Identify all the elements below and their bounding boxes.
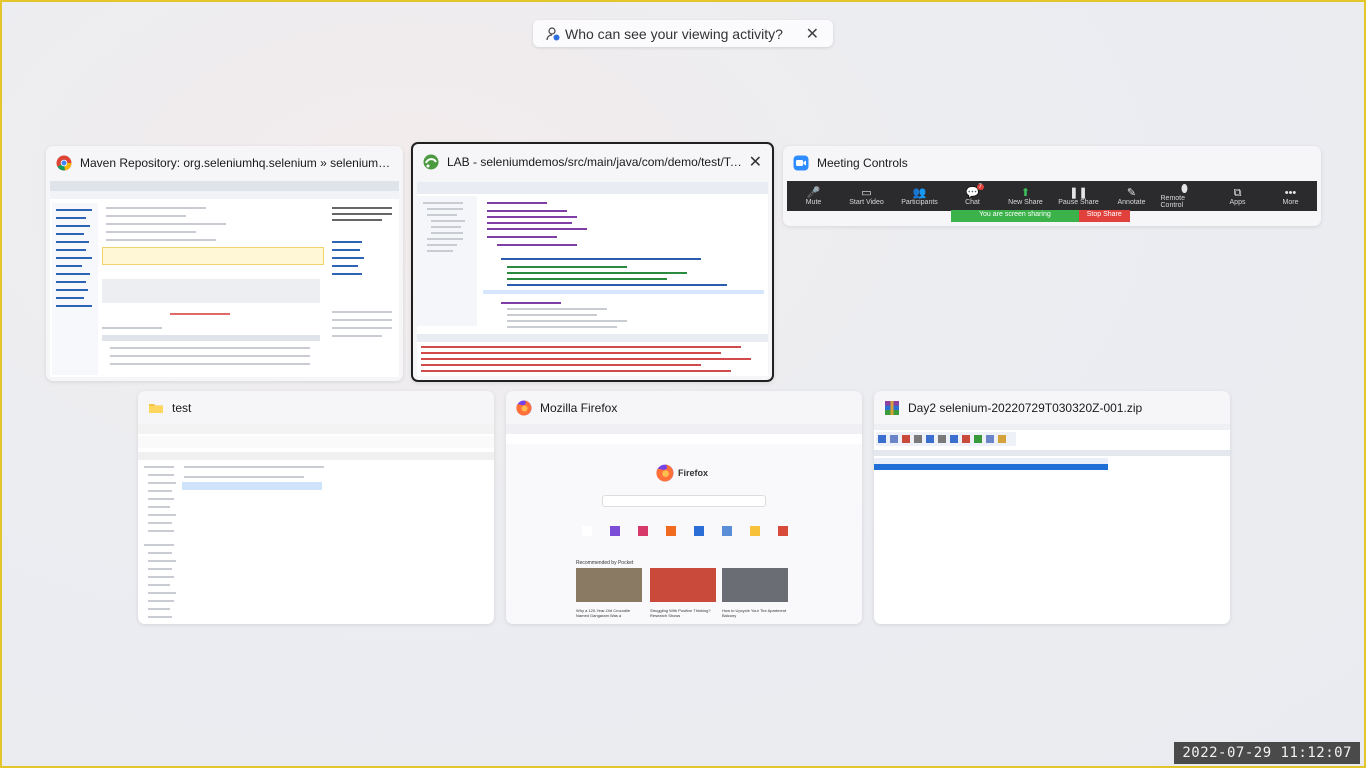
window-thumbnail-zoom-controls[interactable]: Meeting Controls 🎤 Mute ▭ Start Video 👥 Par… xyxy=(783,146,1321,226)
apps-label: Apps xyxy=(1229,198,1246,206)
window-title: LAB - seleniumdemos/src/main/java/com/de… xyxy=(447,155,743,169)
window-header: Maven Repository: org.seleniumhq.seleniu… xyxy=(46,146,403,179)
pause-icon: ❚❚ xyxy=(1069,186,1088,199)
new-share-button[interactable]: ⬆ New Share xyxy=(1002,187,1050,206)
start-video-button[interactable]: ▭ Start Video xyxy=(843,187,891,206)
firefox-icon xyxy=(516,400,532,415)
chrome-icon xyxy=(56,155,72,170)
screen-share-frame xyxy=(0,0,1366,768)
window-preview xyxy=(874,424,1230,624)
firefox-search-box[interactable] xyxy=(602,495,766,507)
annotate-button[interactable]: ✎ Annotate xyxy=(1108,187,1156,206)
firefox-brand-text: Firefox xyxy=(678,468,709,478)
annotate-label: Annotate xyxy=(1117,198,1146,206)
window-title: Maven Repository: org.seleniumhq.seleniu… xyxy=(80,155,393,170)
window-header: Day2 selenium-20220729T030320Z-001.zip xyxy=(874,391,1230,424)
window-title: Mozilla Firefox xyxy=(540,400,618,415)
eclipse-icon xyxy=(423,154,439,170)
stop-share-button[interactable]: Stop Share xyxy=(1078,210,1130,222)
zoom-icon xyxy=(793,155,809,170)
window-preview: Firefox Recommended by Pocket Why a 120-… xyxy=(506,424,862,624)
chat-label: Chat xyxy=(965,198,980,206)
window-title: Meeting Controls xyxy=(817,155,908,170)
sharing-status: You are screen sharing xyxy=(951,210,1079,222)
participants-button[interactable]: 👥 Participants xyxy=(896,187,944,206)
share-up-icon: ⬆ xyxy=(1020,186,1031,199)
apps-button[interactable]: ⧉ Apps xyxy=(1214,187,1262,206)
window-thumbnail-winrar[interactable]: Day2 selenium-20220729T030320Z-001.zip xyxy=(874,391,1230,624)
start-video-label: Start Video xyxy=(849,198,884,206)
window-preview xyxy=(138,424,494,624)
window-header: test xyxy=(138,391,494,424)
window-header: LAB - seleniumdemos/src/main/java/com/de… xyxy=(413,144,772,180)
mouse-icon: ⬮ xyxy=(1181,183,1188,195)
apps-icon: ⧉ xyxy=(1233,186,1242,199)
chat-button[interactable]: 💬 7 Chat xyxy=(949,183,997,206)
pause-share-label: Pause Share xyxy=(1058,198,1099,206)
firefox-icon xyxy=(656,464,674,482)
pocket-heading: Recommended by Pocket xyxy=(576,560,634,566)
privacy-banner[interactable]: Who can see your viewing activity? ✕ xyxy=(533,20,833,47)
pocket-story[interactable]: How to Upcycle Your Tire Apartment Balco… xyxy=(722,608,788,618)
window-preview xyxy=(417,182,768,376)
mute-label: Mute xyxy=(805,198,822,206)
pocket-story[interactable]: Struggling With Positive Thinking? Resea… xyxy=(650,608,716,618)
new-share-label: New Share xyxy=(1008,198,1043,206)
folder-icon xyxy=(149,403,163,413)
window-thumbnail-eclipse[interactable]: LAB - seleniumdemos/src/main/java/com/de… xyxy=(411,142,774,382)
remote-control-label: Remote Control xyxy=(1160,195,1186,209)
window-title: Day2 selenium-20220729T030320Z-001.zip xyxy=(908,400,1143,415)
window-thumbnail-file-explorer[interactable]: test xyxy=(138,391,494,624)
more-button[interactable]: ••• More xyxy=(1267,187,1315,206)
timestamp-overlay: 2022-07-29 11:12:07 xyxy=(1174,742,1360,764)
chat-badge: 7 xyxy=(976,183,984,190)
microphone-icon: 🎤 xyxy=(806,186,821,199)
window-thumbnail-firefox[interactable]: Mozilla Firefox Firefox Recommended by P… xyxy=(506,391,862,624)
screen-sharing-strip: You are screen sharing Stop Share xyxy=(951,210,1130,222)
winrar-icon xyxy=(885,400,899,415)
person-privacy-icon xyxy=(546,26,560,40)
pocket-story[interactable]: Why a 120-Year-Old Crocodile Named Ganga… xyxy=(576,608,642,618)
window-header: Mozilla Firefox xyxy=(506,391,862,424)
more-icon: ••• xyxy=(1284,186,1297,199)
zoom-toolbar: 🎤 Mute ▭ Start Video 👥 Participants 💬 7 Chat … xyxy=(787,181,1317,211)
window-title: test xyxy=(172,400,192,415)
close-icon[interactable]: ✕ xyxy=(802,24,823,44)
privacy-banner-text: Who can see your viewing activity? xyxy=(565,25,783,42)
window-thumbnail-chrome[interactable]: Maven Repository: org.seleniumhq.seleniu… xyxy=(46,146,403,381)
video-off-icon: ▭ xyxy=(861,186,872,199)
window-header: Meeting Controls xyxy=(783,146,1321,179)
more-label: More xyxy=(1282,198,1299,206)
firefox-logo: Firefox xyxy=(656,464,708,482)
mute-button[interactable]: 🎤 Mute xyxy=(790,187,838,206)
participants-label: Participants xyxy=(901,198,938,206)
close-window-icon[interactable]: ✕ xyxy=(749,152,762,172)
window-preview xyxy=(50,181,399,377)
remote-control-button[interactable]: ⬮ Remote Control xyxy=(1161,183,1209,209)
participants-icon: 👥 xyxy=(912,186,927,199)
pencil-icon: ✎ xyxy=(1126,186,1137,199)
pause-share-button[interactable]: ❚❚ Pause Share xyxy=(1055,187,1103,206)
